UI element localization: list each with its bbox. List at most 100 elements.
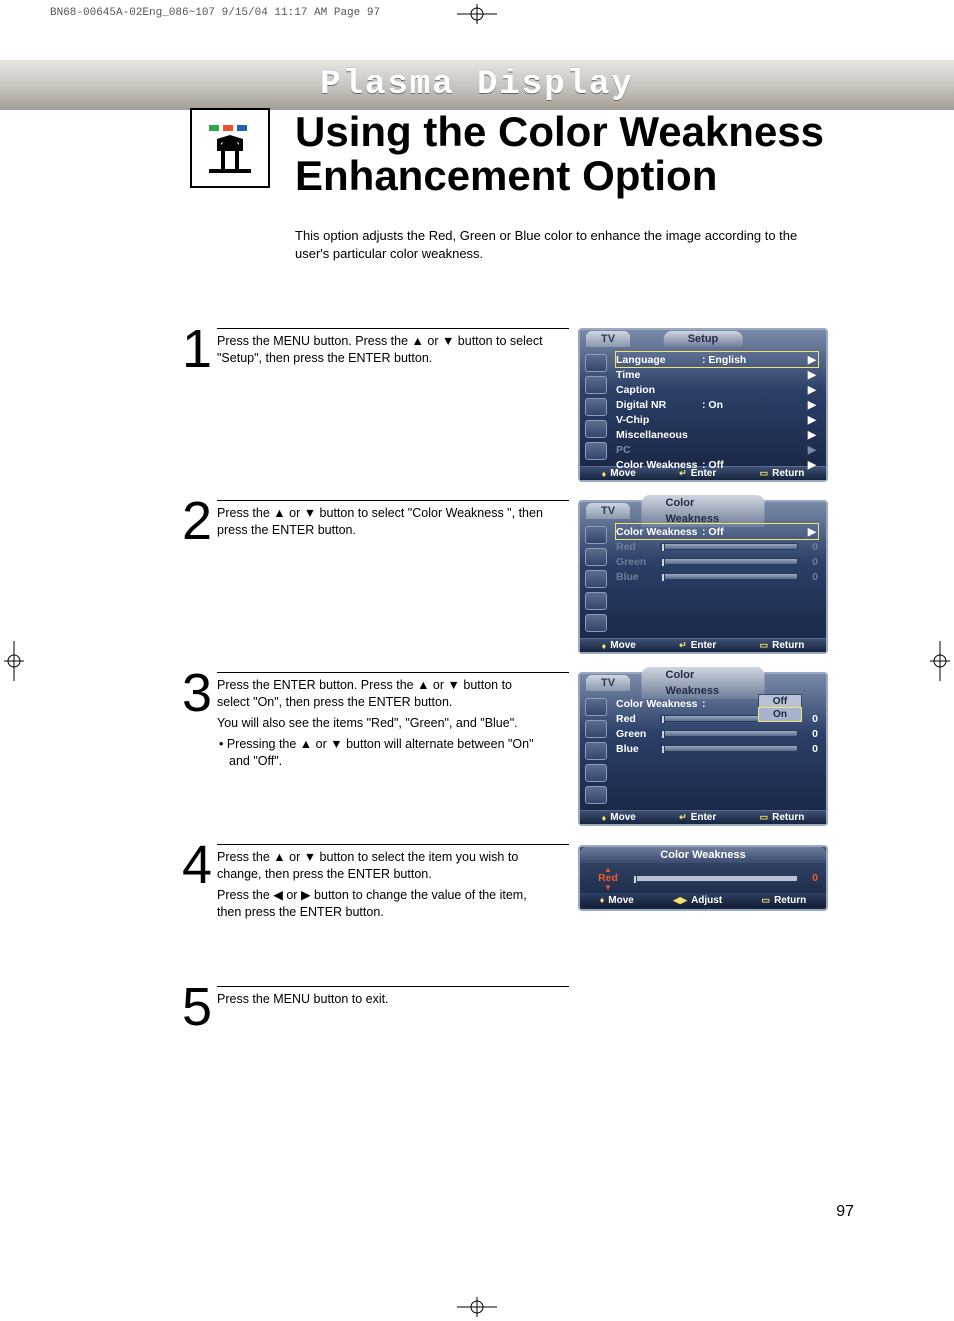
return-icon: ▭ [760,640,769,651]
osd-row-label: Color Weakness [616,698,702,710]
foot-move: Move [610,640,636,651]
chevron-right-icon: ▶ [808,414,816,426]
chevron-right-icon: ▶ [808,399,816,411]
chevron-right-icon: ▶ [808,459,816,471]
osd-row: Language: English ▶ [616,352,818,367]
triangle-down-icon: ▼ [604,883,612,892]
osd-row-value: : Off [702,526,762,538]
osd-row-value: : English [702,354,762,366]
osd-row-label: Caption [616,384,702,396]
step-text: Press the ▲ or ▼ button to select "Color… [217,505,547,539]
updown-icon: ♦ [602,813,607,823]
osd-menu: Color Weakness : Red0Green0Blue0 Off On [612,692,826,810]
rgb-value: 0 [802,728,818,740]
osd-row: Color Weakness: Off ▶ [616,457,818,472]
osd-adjust-value: 0 [802,872,818,884]
crop-mark-left [4,641,24,681]
osd-tab-tv: TV [586,675,630,691]
slider-thumb [661,715,665,724]
slider-thumb [661,573,665,582]
osd-rgb-row: Blue0 [616,569,818,584]
osd-tab-title: Setup [664,331,743,347]
osd-slider [660,558,798,565]
osd-row-label: V-Chip [616,414,702,426]
step-text: Press the MENU button. Press the ▲ or ▼ … [217,333,547,367]
rgb-value: 0 [802,556,818,568]
rgb-value: 0 [802,541,818,553]
foot-return: Return [774,895,806,906]
page-number: 97 [836,1203,854,1221]
osd-rgb-row: Blue0 [616,741,818,756]
osd-icon [585,442,607,460]
osd-row-label: Digital NR [616,399,702,411]
osd-icon [585,420,607,438]
osd-strip-title: Color Weakness [580,847,826,863]
rgb-label: Blue [616,571,656,583]
osd-menu: Language: English ▶ Time ▶ Caption ▶ Digital N… [612,348,826,466]
foot-adjust: Adjust [691,895,722,906]
rgb-value: 0 [802,713,818,725]
chevron-right-icon: ▶ [808,444,816,456]
banner-title: Plasma Display [320,68,634,102]
osd-footer: ♦Move ↵Enter ▭Return [580,810,826,824]
osd-row-label: Color Weakness [616,459,702,471]
step-text: Press the ENTER button. Press the ▲ or ▼… [217,677,547,711]
osd-option-popup: Off On [758,694,802,722]
step-text: You will also see the items "Red", "Gree… [217,715,547,732]
chevron-right-icon: ▶ [808,429,816,441]
updown-icon: ♦ [602,469,607,479]
osd-icon [585,376,607,394]
step-bullet: • Pressing the ▲ or ▼ button will altern… [217,736,547,770]
osd-row-label: Time [616,369,702,381]
updown-icon: ♦ [600,895,605,905]
enter-icon: ↵ [679,812,687,823]
osd-icon [585,614,607,632]
return-icon: ▭ [762,895,771,906]
osd-adjust-label-text: Red [598,874,618,883]
slider-thumb [633,875,637,884]
slider-thumb [661,730,665,739]
osd-row-label: Language [616,354,702,366]
osd-icon [585,764,607,782]
foot-move: Move [608,895,634,906]
crop-mark-top [457,4,497,24]
osd-rgb-row: Green0 [616,726,818,741]
osd-row-label: Color Weakness [616,526,702,538]
step-text: Press the ◀ or ▶ button to change the va… [217,887,547,921]
foot-enter: Enter [691,812,717,823]
leftright-icon: ◀▶ [673,895,687,906]
osd-color-weakness-popup: TV Color Weakness Color Weakness : Red0G… [578,672,828,826]
osd-adjust-label: ▲ Red ▼ [588,865,628,892]
osd-category-icons [580,692,612,810]
step-number: 5 [182,986,212,1029]
osd-rgb-row: Red0 [616,539,818,554]
osd-row: PC▶ [616,442,818,457]
osd-slider [660,573,798,580]
osd-icon [585,570,607,588]
foot-move: Move [610,812,636,823]
osd-icon [585,698,607,716]
osd-category-icons [580,348,612,466]
chevron-right-icon: ▶ [808,354,816,366]
rgb-label: Blue [616,743,656,755]
osd-row-value: : [702,698,762,710]
intro-text: This option adjusts the Red, Green or Bl… [295,227,821,262]
osd-row-value: : Off [702,459,762,471]
enter-icon: ↵ [679,640,687,651]
osd-tab-tv: TV [586,503,630,519]
return-icon: ▭ [760,812,769,823]
osd-icon [585,720,607,738]
osd-category-icons [580,520,612,638]
osd-slider [660,543,798,550]
osd-icon [585,398,607,416]
osd-slider [660,730,798,737]
rgb-label: Red [616,713,656,725]
osd-row-label: Miscellaneous [616,429,702,441]
osd-rgb-row: Green 0 [616,554,818,569]
popup-on: On [759,708,801,721]
section-icon [190,108,270,188]
chevron-right-icon: ▶ [808,369,816,381]
rgb-label: Green [616,556,656,568]
osd-row: V-Chip ▶ [616,412,818,427]
step-number: 1 [182,328,212,371]
